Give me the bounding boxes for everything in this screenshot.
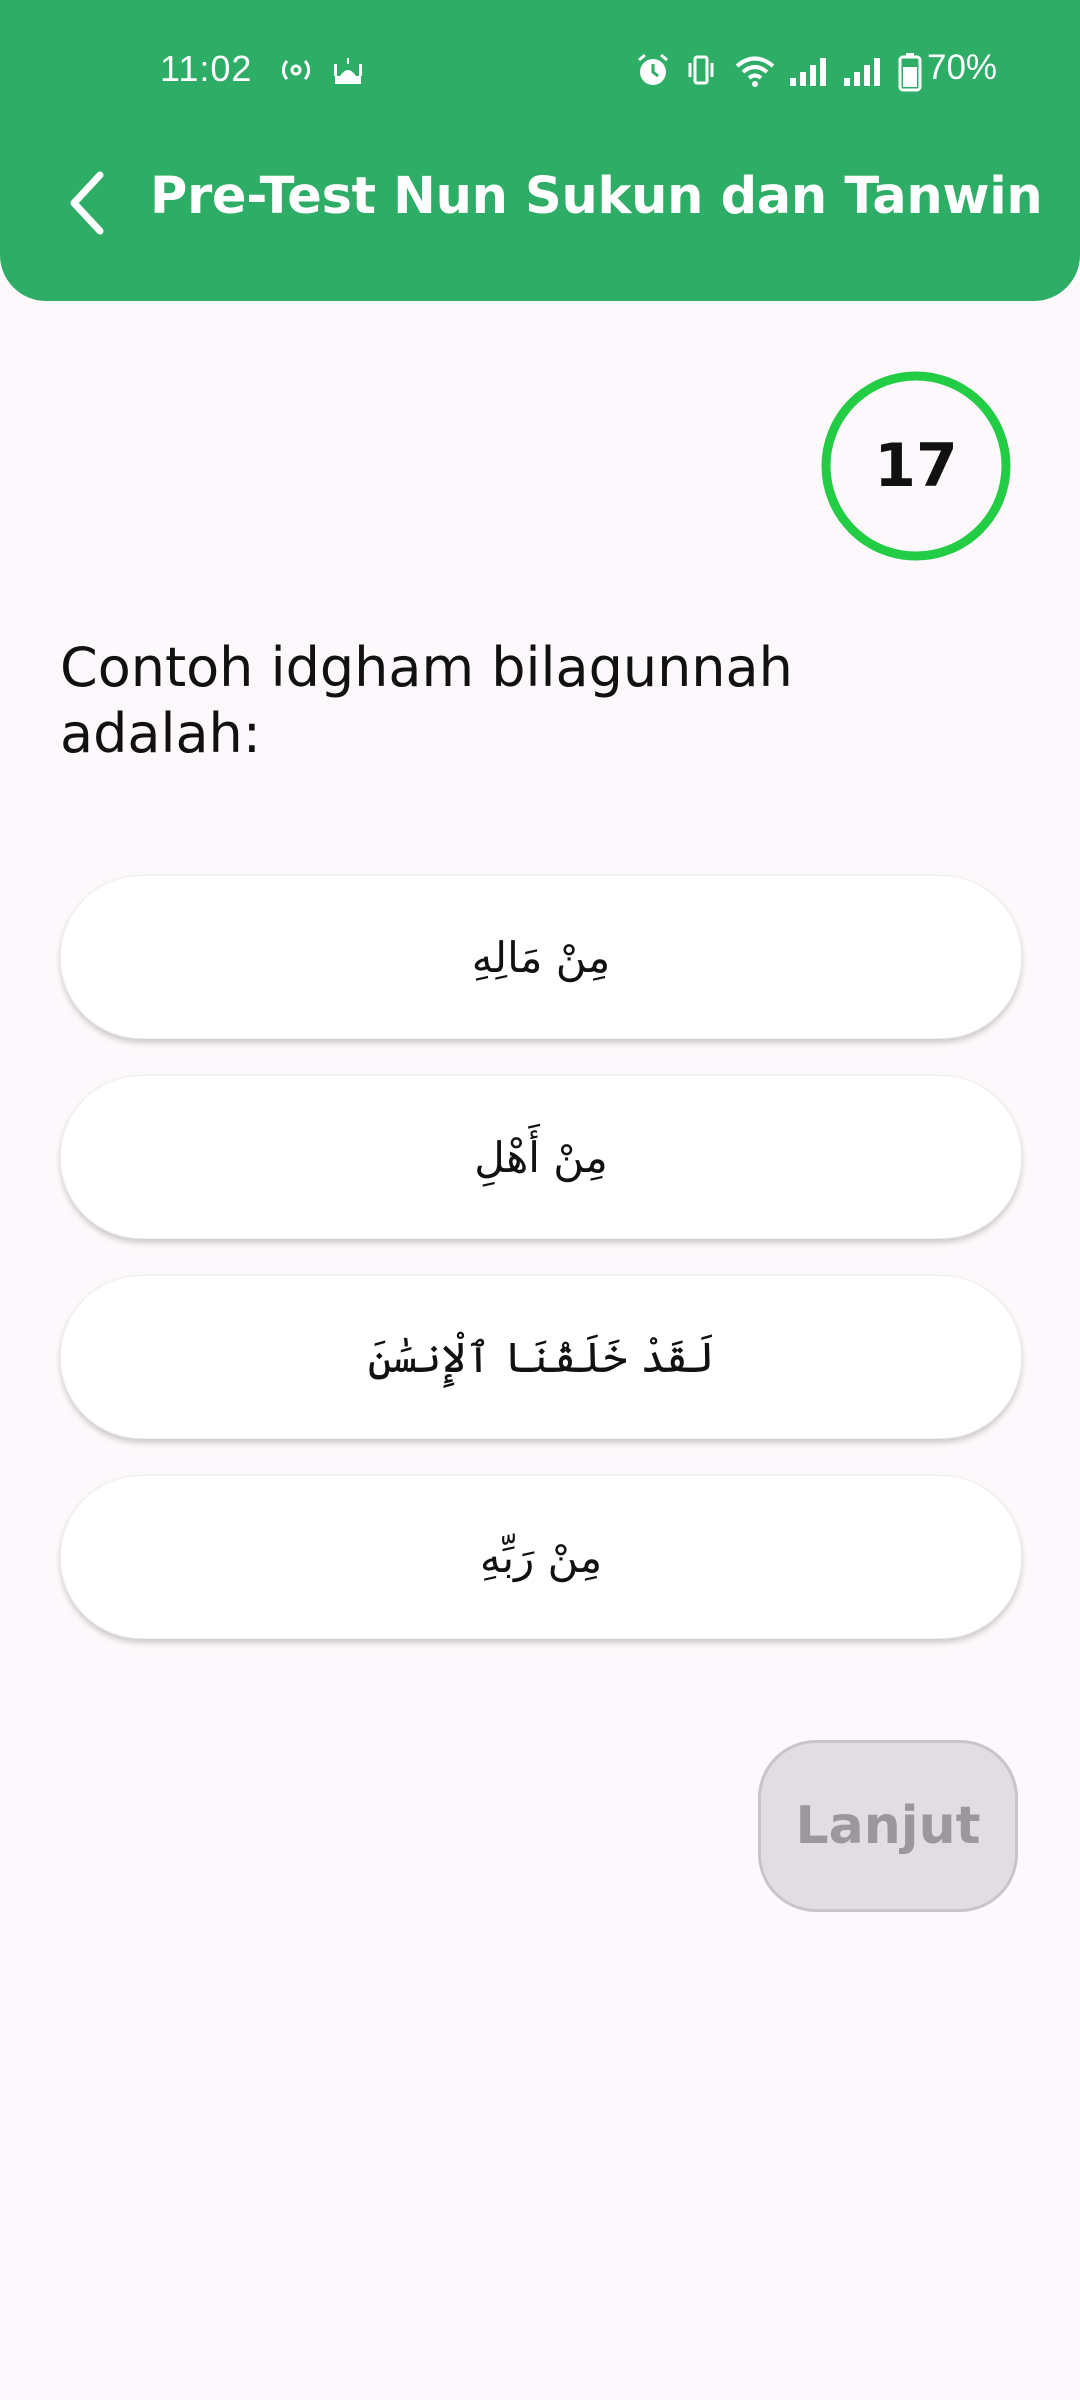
vibrate-icon	[688, 55, 714, 85]
next-button[interactable]: Lanjut	[758, 1740, 1018, 1912]
answer-option-2[interactable]: مِنْ أَهْلِ	[60, 1075, 1022, 1239]
mosque-icon	[334, 58, 362, 84]
radio-icon	[281, 59, 311, 81]
answer-option-3[interactable]: لَقَدْ خَلَقْنَا ٱلْإِنسَٰنَ	[60, 1275, 1022, 1439]
answer-option-1[interactable]: مِنْ مَالِهِ	[60, 875, 1022, 1039]
signal-icon	[844, 58, 880, 86]
question-text: Contoh idgham bilagunnah adalah:	[60, 636, 793, 765]
battery-icon	[898, 53, 922, 92]
status-time: 11:02	[160, 48, 253, 89]
page-title: Pre-Test Nun Sukun dan Tanwin	[150, 167, 1043, 226]
timer-value: 17	[874, 431, 958, 501]
signal-icon	[790, 58, 826, 86]
alarm-icon	[638, 53, 668, 85]
wifi-icon	[735, 56, 775, 87]
back-button[interactable]	[48, 158, 128, 248]
status-bar: 11:02 70%	[0, 0, 1080, 145]
answer-option-4[interactable]: مِنْ رَبِّهِ	[60, 1475, 1022, 1639]
battery-percent: 70%	[927, 48, 998, 87]
chevron-left-icon	[70, 171, 104, 235]
app-header: 11:02 70% Pre-Test Nun Sukun dan Tanwin	[0, 0, 1080, 301]
countdown-timer: 17	[818, 368, 1014, 564]
